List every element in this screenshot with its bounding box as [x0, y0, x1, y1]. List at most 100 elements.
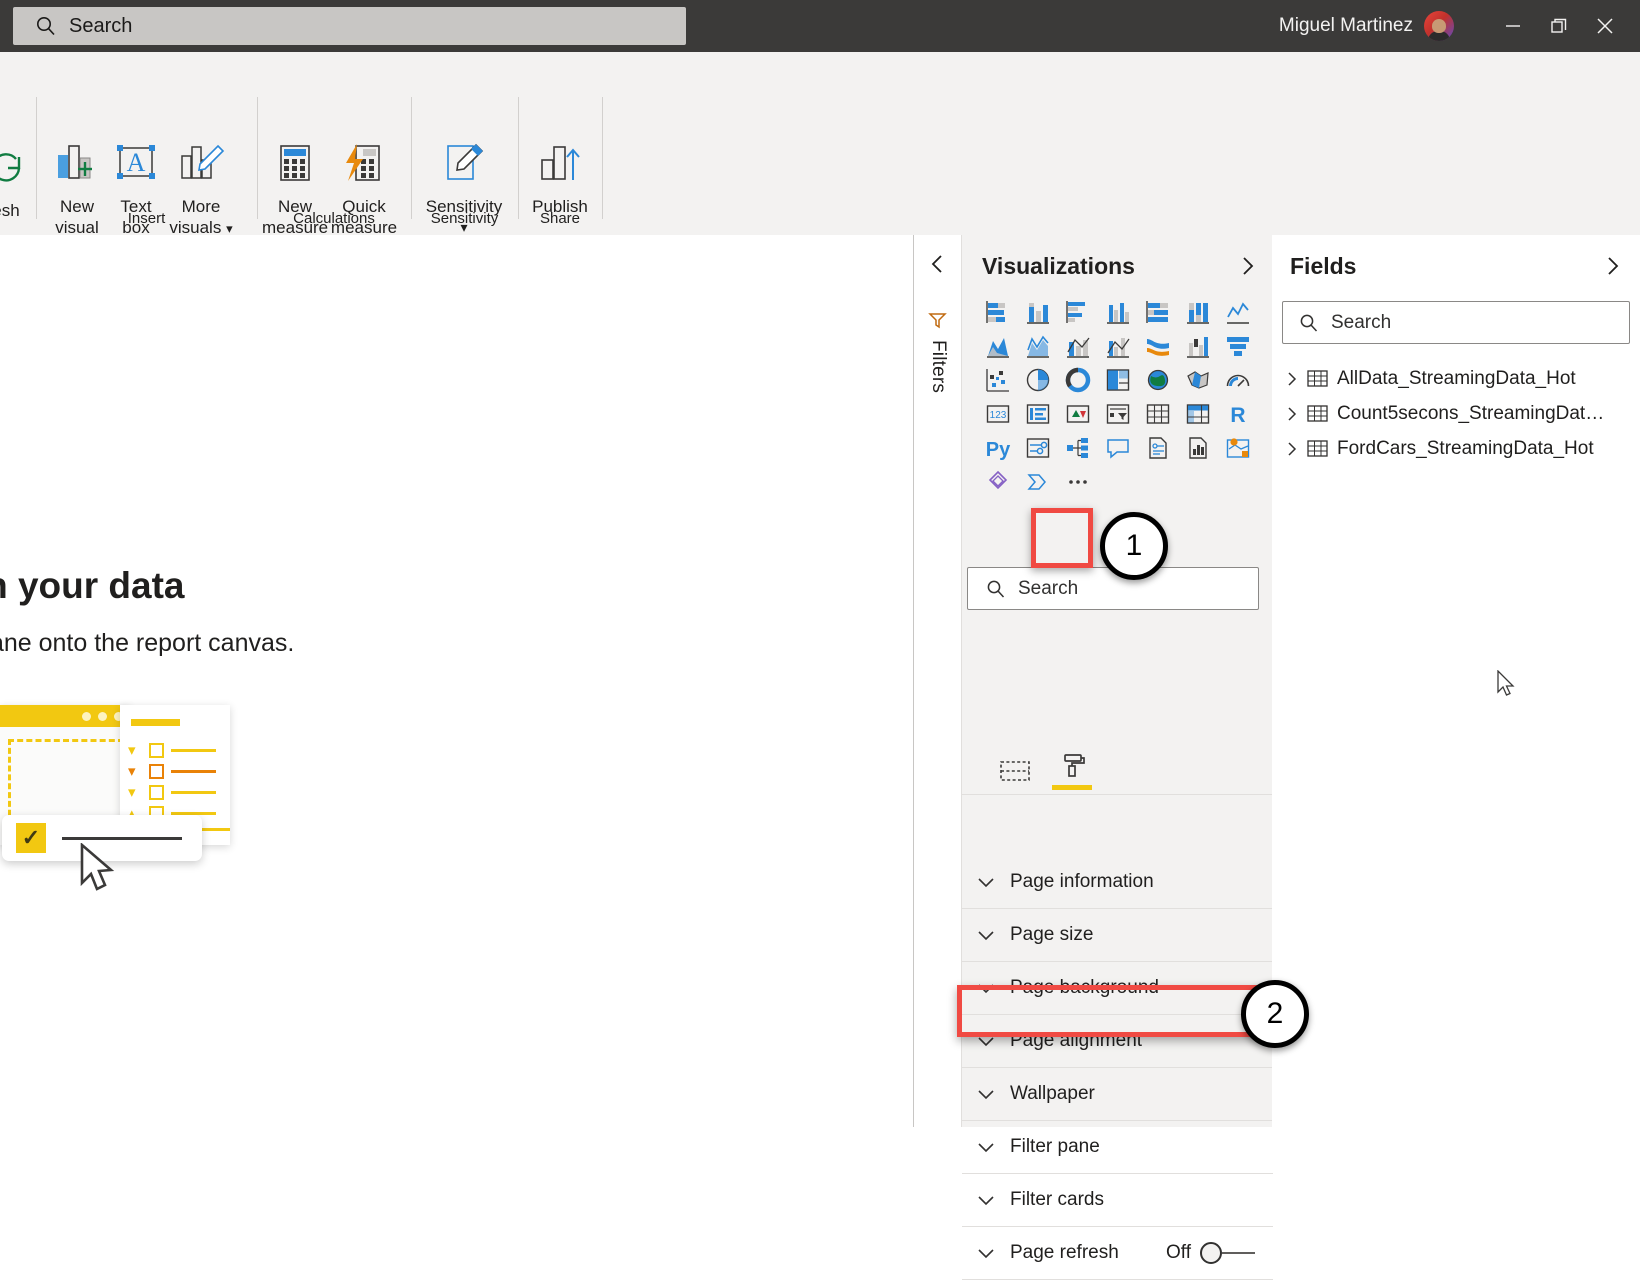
title-bar: Search Miguel Martinez — [0, 0, 1640, 52]
fields-table-name: Count5secons_StreamingDat… — [1337, 403, 1604, 425]
fields-pane: Fields Search AllData_StreamingData_Hot … — [1272, 235, 1640, 1127]
format-section-page-information[interactable]: Page information — [962, 856, 1273, 909]
text-box-icon: A — [110, 134, 162, 192]
chevron-right-icon[interactable] — [1604, 255, 1622, 282]
stacked-bar-chart-icon[interactable] — [978, 295, 1018, 329]
fields-table-list: AllData_StreamingData_Hot Count5secons_S… — [1272, 361, 1640, 466]
scatter-chart-icon[interactable] — [978, 363, 1018, 397]
key-influencers-icon[interactable] — [1018, 431, 1058, 465]
chevron-right-icon[interactable] — [1285, 405, 1305, 423]
more-options-icon[interactable] — [1058, 465, 1098, 499]
format-section-page-background[interactable]: Page background — [962, 962, 1273, 1015]
fields-table-item[interactable]: Count5secons_StreamingDat… — [1272, 396, 1640, 431]
canvas-subtext: e Fields pane onto the report canvas. — [0, 629, 636, 658]
fields-table-item[interactable]: FordCars_StreamingData_Hot — [1272, 431, 1640, 466]
checkmark-icon: ✓ — [16, 823, 46, 853]
tab-format[interactable] — [1046, 749, 1098, 793]
fields-table-item[interactable]: AllData_StreamingData_Hot — [1272, 361, 1640, 396]
r-script-visual-icon[interactable]: R — [1218, 397, 1258, 431]
page-refresh-state-label: Off — [1166, 1242, 1191, 1264]
canvas-subtext-suffix: pane onto the report canvas. — [0, 629, 294, 657]
format-section-label: Page information — [1010, 871, 1154, 893]
format-section-label: Wallpaper — [1010, 1083, 1095, 1105]
global-search-box[interactable]: Search — [13, 7, 686, 45]
chevron-left-icon[interactable] — [928, 253, 946, 280]
format-section-wallpaper[interactable]: Wallpaper — [962, 1068, 1273, 1121]
visualizations-pane-header: Visualizations — [962, 235, 1273, 297]
100-stacked-column-chart-icon[interactable] — [1178, 295, 1218, 329]
restore-button[interactable] — [1536, 0, 1582, 52]
filters-pane-collapsed[interactable]: Filters — [913, 235, 962, 1127]
filled-map-icon[interactable] — [1178, 363, 1218, 397]
matrix-icon[interactable] — [1178, 397, 1218, 431]
clustered-column-chart-icon[interactable] — [1098, 295, 1138, 329]
paginated-report-icon[interactable] — [1178, 431, 1218, 465]
filters-pane-label: Filters — [927, 340, 949, 393]
area-chart-icon[interactable] — [978, 329, 1018, 363]
100-stacked-bar-chart-icon[interactable] — [1138, 295, 1178, 329]
search-icon — [1299, 313, 1319, 333]
chevron-right-icon[interactable] — [1239, 255, 1257, 282]
minimize-button[interactable] — [1490, 0, 1536, 52]
tab-build-fields[interactable] — [992, 751, 1038, 791]
pie-chart-icon[interactable] — [1018, 363, 1058, 397]
table-icon[interactable] — [1138, 397, 1178, 431]
line-and-clustered-column-chart-icon[interactable] — [1098, 329, 1138, 363]
table-icon — [1307, 369, 1328, 388]
mouse-cursor-icon — [1497, 670, 1517, 705]
chevron-right-icon[interactable] — [1285, 370, 1305, 388]
arcgis-maps-icon[interactable] — [1218, 431, 1258, 465]
slicer-icon[interactable] — [1098, 397, 1138, 431]
waterfall-chart-icon[interactable] — [1178, 329, 1218, 363]
format-section-page-size[interactable]: Page size — [962, 909, 1273, 962]
close-button[interactable] — [1582, 0, 1628, 52]
format-section-page-alignment[interactable]: Page alignment — [962, 1015, 1273, 1068]
treemap-icon[interactable] — [1098, 363, 1138, 397]
ribbon-group-sensitivity: Sensitivity — [411, 210, 518, 227]
chevron-right-icon[interactable] — [1285, 440, 1305, 458]
refresh-button[interactable]: esh — [0, 138, 38, 221]
format-section-label: Page alignment — [1010, 1030, 1142, 1052]
power-apps-icon[interactable] — [978, 465, 1018, 499]
format-section-label: Page background — [1010, 977, 1159, 999]
smart-narrative-icon[interactable] — [1138, 431, 1178, 465]
format-search-placeholder: Search — [1018, 578, 1078, 600]
format-section-filter-cards[interactable]: Filter cards — [962, 1174, 1273, 1227]
page-refresh-toggle[interactable] — [1200, 1242, 1255, 1264]
format-section-filter-pane[interactable]: Filter pane — [962, 1121, 1273, 1174]
clustered-bar-chart-icon[interactable] — [1058, 295, 1098, 329]
decomposition-tree-icon[interactable] — [1058, 431, 1098, 465]
stacked-area-chart-icon[interactable] — [1018, 329, 1058, 363]
quick-measure-icon — [330, 134, 398, 192]
svg-text:R: R — [1230, 404, 1245, 427]
qna-icon[interactable] — [1098, 431, 1138, 465]
ribbon-chart-icon[interactable] — [1138, 329, 1178, 363]
map-icon[interactable] — [1138, 363, 1178, 397]
svg-text:123: 123 — [990, 410, 1007, 421]
chevron-down-icon — [976, 1087, 996, 1101]
visual-type-gallery[interactable]: 123 R Py — [978, 295, 1258, 499]
fields-search-input[interactable]: Search — [1282, 301, 1630, 344]
new-visual-icon — [44, 134, 110, 192]
multi-row-card-icon[interactable] — [1018, 397, 1058, 431]
power-automate-icon[interactable] — [1018, 465, 1058, 499]
publish-button[interactable]: Publish — [523, 134, 597, 217]
stacked-column-chart-icon[interactable] — [1018, 295, 1058, 329]
kpi-icon[interactable] — [1058, 397, 1098, 431]
line-and-stacked-column-chart-icon[interactable] — [1058, 329, 1098, 363]
user-name-label[interactable]: Miguel Martinez — [1279, 15, 1413, 37]
report-canvas[interactable]: als with your data e Fields pane onto th… — [0, 235, 913, 1127]
python-visual-icon[interactable]: Py — [978, 431, 1018, 465]
annotation-callout-1: 1 — [1100, 512, 1168, 580]
format-section-page-refresh[interactable]: Page refresh Off — [962, 1227, 1273, 1280]
card-icon[interactable]: 123 — [978, 397, 1018, 431]
gauge-icon[interactable] — [1218, 363, 1258, 397]
donut-chart-icon[interactable] — [1058, 363, 1098, 397]
fields-pane-header: Fields — [1272, 235, 1640, 297]
empty-canvas-illustration: ▾ ▾ ▾ ▴ ✓ — [0, 695, 240, 855]
visualizations-title: Visualizations — [982, 253, 1135, 280]
funnel-chart-icon[interactable] — [1218, 329, 1258, 363]
line-chart-icon[interactable] — [1218, 295, 1258, 329]
avatar[interactable] — [1424, 11, 1454, 41]
illustration-field-row: ▾ — [128, 785, 216, 800]
